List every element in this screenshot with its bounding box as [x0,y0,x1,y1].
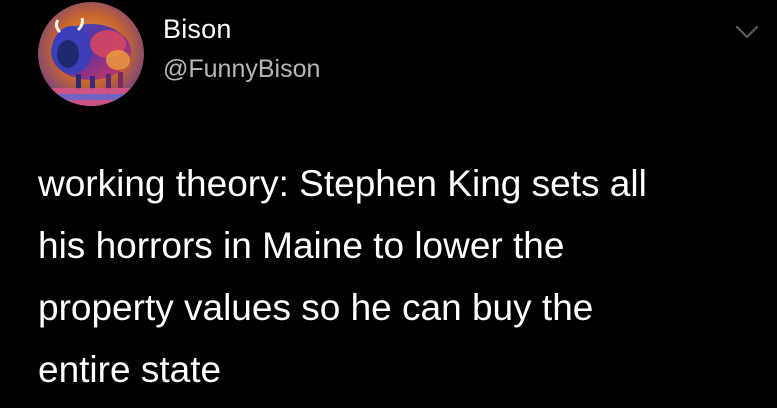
tweet-menu-button[interactable] [734,22,760,42]
avatar[interactable] [38,2,144,106]
chevron-down-icon [735,25,759,39]
display-name[interactable]: Bison [163,14,232,45]
user-handle[interactable]: @FunnyBison [163,55,320,84]
tweet-line: working theory: Stephen King sets all [38,163,647,204]
tweet-line: entire state [38,349,222,390]
tweet-text: working theory: Stephen King sets all hi… [38,153,758,401]
bison-avatar-icon [38,2,144,106]
tweet-line: property values so he can buy the [38,287,594,328]
tweet-card: Bison @FunnyBison working theory: Stephe… [0,0,777,408]
tweet-line: his horrors in Maine to lower the [38,225,565,266]
